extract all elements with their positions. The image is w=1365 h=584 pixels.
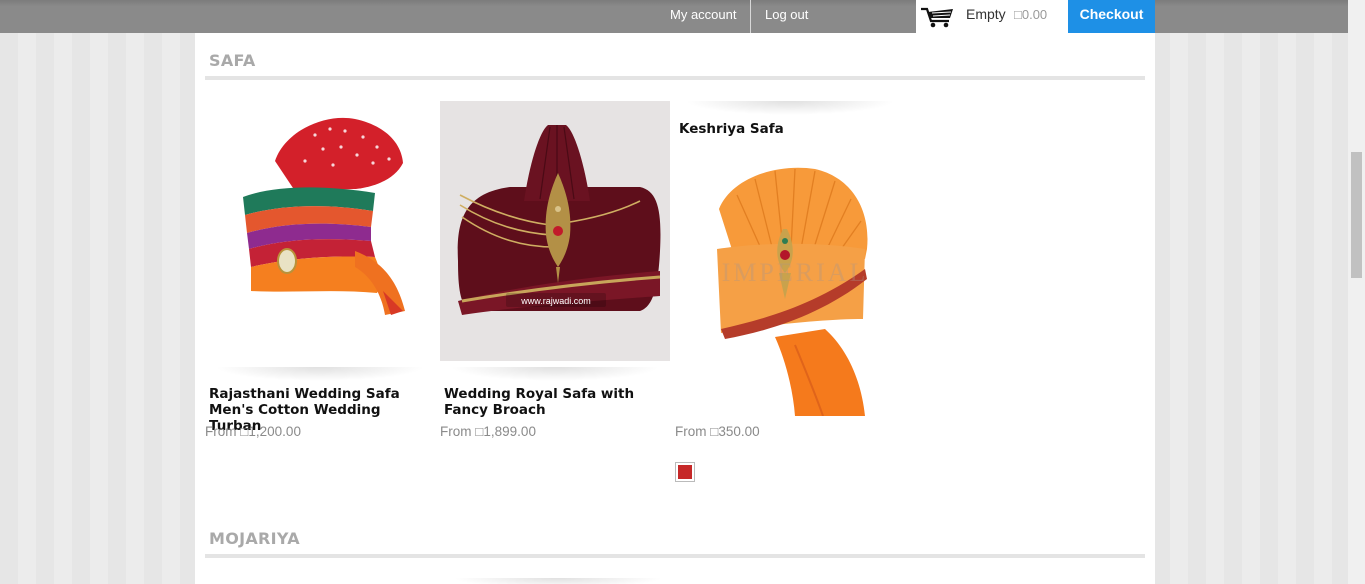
topbar-divider [750, 0, 751, 33]
product-image[interactable]: www.rajwadi.com [440, 101, 670, 361]
image-watermark: IMPERIAL [722, 258, 869, 287]
product-image[interactable] [205, 101, 435, 361]
main-content: SAFA Rajasthani Wedding Safa Men's Cotto… [195, 33, 1155, 584]
swatch-color [678, 465, 692, 479]
product-card: Keshriya Safa IMPERIAL From □350.00 [675, 101, 905, 521]
section-title-mojariya: MOJARIYA [209, 529, 300, 548]
cart-total: □0.00 [1014, 7, 1048, 22]
section-title-safa: SAFA [209, 51, 256, 70]
product-price: From □350.00 [675, 424, 760, 439]
checkout-button[interactable]: Checkout [1068, 0, 1155, 33]
page-scrollbar[interactable] [1348, 0, 1365, 584]
product-name[interactable]: Wedding Royal Safa with Fancy Broach [444, 386, 670, 418]
top-bar: My account Log out [0, 0, 1365, 33]
cart-status: Empty [966, 6, 1006, 22]
product-shadow [450, 367, 660, 381]
product-card: www.rajwadi.com Wedding Royal Safa with … [440, 101, 670, 481]
product-image[interactable]: IMPERIAL [675, 149, 905, 417]
color-swatch[interactable] [675, 462, 695, 482]
my-account-link[interactable]: My account [670, 0, 736, 33]
cart-summary[interactable]: Empty □0.00 [916, 0, 1068, 33]
product-price: From □1,200.00 [205, 424, 301, 439]
image-watermark: www.rajwadi.com [520, 296, 591, 306]
product-shadow [453, 578, 663, 584]
product-shadow [685, 101, 895, 115]
log-out-link[interactable]: Log out [765, 0, 808, 33]
section-divider [205, 76, 1145, 80]
cart-icon [921, 7, 953, 28]
product-card: Rajasthani Wedding Safa Men's Cotton Wed… [205, 101, 435, 481]
section-divider [205, 554, 1145, 558]
product-name[interactable]: Keshriya Safa [679, 121, 905, 137]
product-price: From □1,899.00 [440, 424, 536, 439]
scrollbar-thumb[interactable] [1351, 152, 1362, 278]
product-shadow [215, 367, 425, 381]
